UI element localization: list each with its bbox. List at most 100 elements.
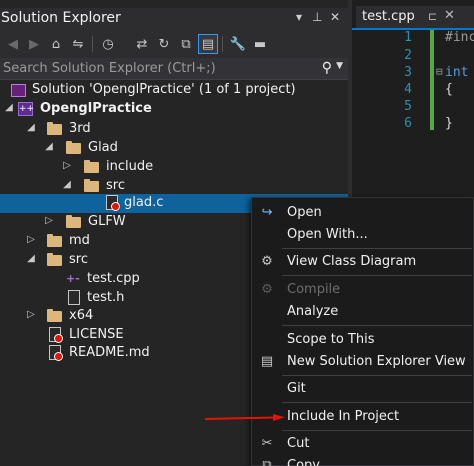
tree-item-label: glad.c xyxy=(124,195,164,210)
class-diagram-icon: ⚙ xyxy=(261,254,273,269)
line-number: 1 xyxy=(404,30,412,45)
forward-icon[interactable]: ▶ xyxy=(24,34,44,54)
tree-item-label: x64 xyxy=(69,308,94,323)
tree-item-label: Glad xyxy=(88,140,118,155)
menu-item-new-solution-explorer-view[interactable]: ▤ New Solution Explorer View xyxy=(252,351,474,373)
folder-icon xyxy=(66,214,82,230)
solution-explorer-title-bar: Solution Explorer ▾ ⊥ ✕ xyxy=(0,8,348,30)
preview-icon[interactable]: ▬ xyxy=(250,34,270,54)
menu-item-compile[interactable]: ⚙ Compile xyxy=(252,279,474,301)
folder-icon xyxy=(84,159,100,175)
menu-item-include-in-project[interactable]: Include In Project xyxy=(252,406,474,428)
close-icon[interactable]: ✕ xyxy=(330,10,340,24)
home-icon[interactable]: ⌂ xyxy=(46,34,66,54)
context-menu: ↪ Open Open With... ⚙ View Class Diagram… xyxy=(251,197,474,466)
menu-item-scope-to-this[interactable]: Scope to This xyxy=(252,329,474,351)
collapsed-arrow-icon[interactable]: ▷ xyxy=(62,160,72,171)
tree-item-label: include xyxy=(106,159,154,174)
folder-icon xyxy=(47,308,63,324)
menu-item-analyze[interactable]: Analyze xyxy=(252,301,474,323)
tree-item-label: LICENSE xyxy=(69,327,124,342)
sync-icon[interactable]: ⇄ xyxy=(132,34,152,54)
folder-icon xyxy=(66,140,82,156)
tree-item-label: test.h xyxy=(87,290,125,305)
refresh-icon[interactable]: ↻ xyxy=(154,34,174,54)
folder-icon xyxy=(47,121,63,137)
change-tracking-bar xyxy=(430,30,434,130)
pending-changes-filter-icon[interactable]: ◷ xyxy=(98,34,118,54)
cpp-project-icon: ++ xyxy=(18,102,35,116)
line-number: 6 xyxy=(404,116,412,131)
open-arrow-icon: ↪ xyxy=(261,205,273,220)
folder-icon xyxy=(47,233,63,249)
menu-item-copy[interactable]: ⧉ Copy xyxy=(252,455,474,466)
menu-item-open-with[interactable]: Open With... xyxy=(252,224,474,246)
excluded-file-icon xyxy=(47,327,63,343)
cpp-file-icon: +‑ xyxy=(66,272,80,285)
close-tab-icon[interactable]: ✕ xyxy=(444,8,455,23)
tree-item-folder[interactable]: ◢ 3rd xyxy=(0,120,348,139)
tree-item-label: src xyxy=(106,178,125,193)
back-icon[interactable]: ◀ xyxy=(3,34,23,54)
panel-title: Solution Explorer xyxy=(1,10,121,26)
excluded-c-file-icon xyxy=(104,195,120,211)
expanded-arrow-icon[interactable]: ◢ xyxy=(4,102,14,113)
annotation-arrow-icon xyxy=(205,414,285,421)
code-line[interactable]: #inc xyxy=(445,30,474,45)
tree-item-folder[interactable]: ▷ include xyxy=(0,158,348,177)
solution-icon xyxy=(11,82,27,98)
code-line[interactable]: } xyxy=(445,116,453,131)
menu-item-git[interactable]: Git xyxy=(252,378,474,400)
collapsed-arrow-icon[interactable]: ▷ xyxy=(26,234,36,245)
scissors-icon: ✂ xyxy=(261,436,273,451)
expanded-arrow-icon[interactable]: ◢ xyxy=(26,253,36,264)
menu-item-view-class-diagram[interactable]: ⚙ View Class Diagram xyxy=(252,251,474,273)
menu-item-cut[interactable]: ✂ Cut xyxy=(252,433,474,455)
solution-explorer-toolbar: ◀ ▶ ⌂ ⇋ ◷ ⇄ ↻ ⧉ ▤ 🔧 ▬ xyxy=(0,30,348,58)
code-line[interactable]: { xyxy=(445,82,453,97)
search-icon[interactable]: ⚲ xyxy=(322,60,332,76)
pin-icon[interactable]: ⊥ xyxy=(312,10,322,24)
tree-item-project[interactable]: ◢ ++ OpenglPractice xyxy=(0,100,348,119)
tab-label: test.cpp xyxy=(362,9,415,24)
tree-item-label: OpenglPractice xyxy=(40,101,152,116)
tree-item-solution[interactable]: Solution 'OpenglPractice' (1 of 1 projec… xyxy=(0,81,348,100)
collapsed-arrow-icon[interactable]: ▷ xyxy=(26,309,36,320)
expanded-arrow-icon[interactable]: ◢ xyxy=(44,141,54,152)
pin-icon[interactable]: ⊏ xyxy=(428,10,437,23)
tree-item-label: Solution 'OpenglPractice' (1 of 1 projec… xyxy=(32,82,296,97)
tree-item-label: src xyxy=(69,252,88,267)
tree-item-label: 3rd xyxy=(69,121,91,136)
tree-item-label: md xyxy=(69,233,90,248)
search-box: ⚲ ▼ xyxy=(0,58,348,80)
header-file-icon xyxy=(66,290,82,306)
tree-item-label: README.md xyxy=(69,345,150,360)
collapse-region-icon[interactable]: ⊟ xyxy=(436,65,443,78)
line-number: 2 xyxy=(404,48,412,63)
menu-item-open[interactable]: ↪ Open xyxy=(252,202,474,224)
window-position-dropdown-icon[interactable]: ▾ xyxy=(296,10,302,24)
expanded-arrow-icon[interactable]: ◢ xyxy=(62,179,72,190)
expanded-arrow-icon[interactable]: ◢ xyxy=(26,122,36,133)
new-view-icon: ▤ xyxy=(260,354,274,369)
show-all-files-icon[interactable]: ▤ xyxy=(198,34,218,54)
tab-test-cpp[interactable]: test.cpp ⊏ ✕ xyxy=(356,6,474,28)
folder-icon xyxy=(84,178,100,194)
properties-wrench-icon[interactable]: 🔧 xyxy=(228,34,248,54)
code-line[interactable]: int xyxy=(445,65,468,80)
copy-icon: ⧉ xyxy=(262,458,272,466)
switch-views-icon[interactable]: ⇋ xyxy=(68,34,88,54)
excluded-file-icon xyxy=(47,345,63,361)
folder-icon xyxy=(47,252,63,268)
collapse-all-icon[interactable]: ⧉ xyxy=(176,34,196,54)
collapsed-arrow-icon[interactable]: ▷ xyxy=(44,215,54,226)
search-options-chevron-down-icon[interactable]: ▼ xyxy=(336,61,343,71)
line-number: 4 xyxy=(404,82,412,97)
tree-item-label: GLFW xyxy=(88,214,126,229)
line-number: 3 xyxy=(404,65,412,80)
compile-icon: ⚙ xyxy=(261,282,273,297)
tree-item-folder[interactable]: ◢ Glad xyxy=(0,139,348,158)
tree-item-label: test.cpp xyxy=(87,271,140,286)
line-number: 5 xyxy=(404,99,412,114)
search-input[interactable] xyxy=(0,58,310,79)
